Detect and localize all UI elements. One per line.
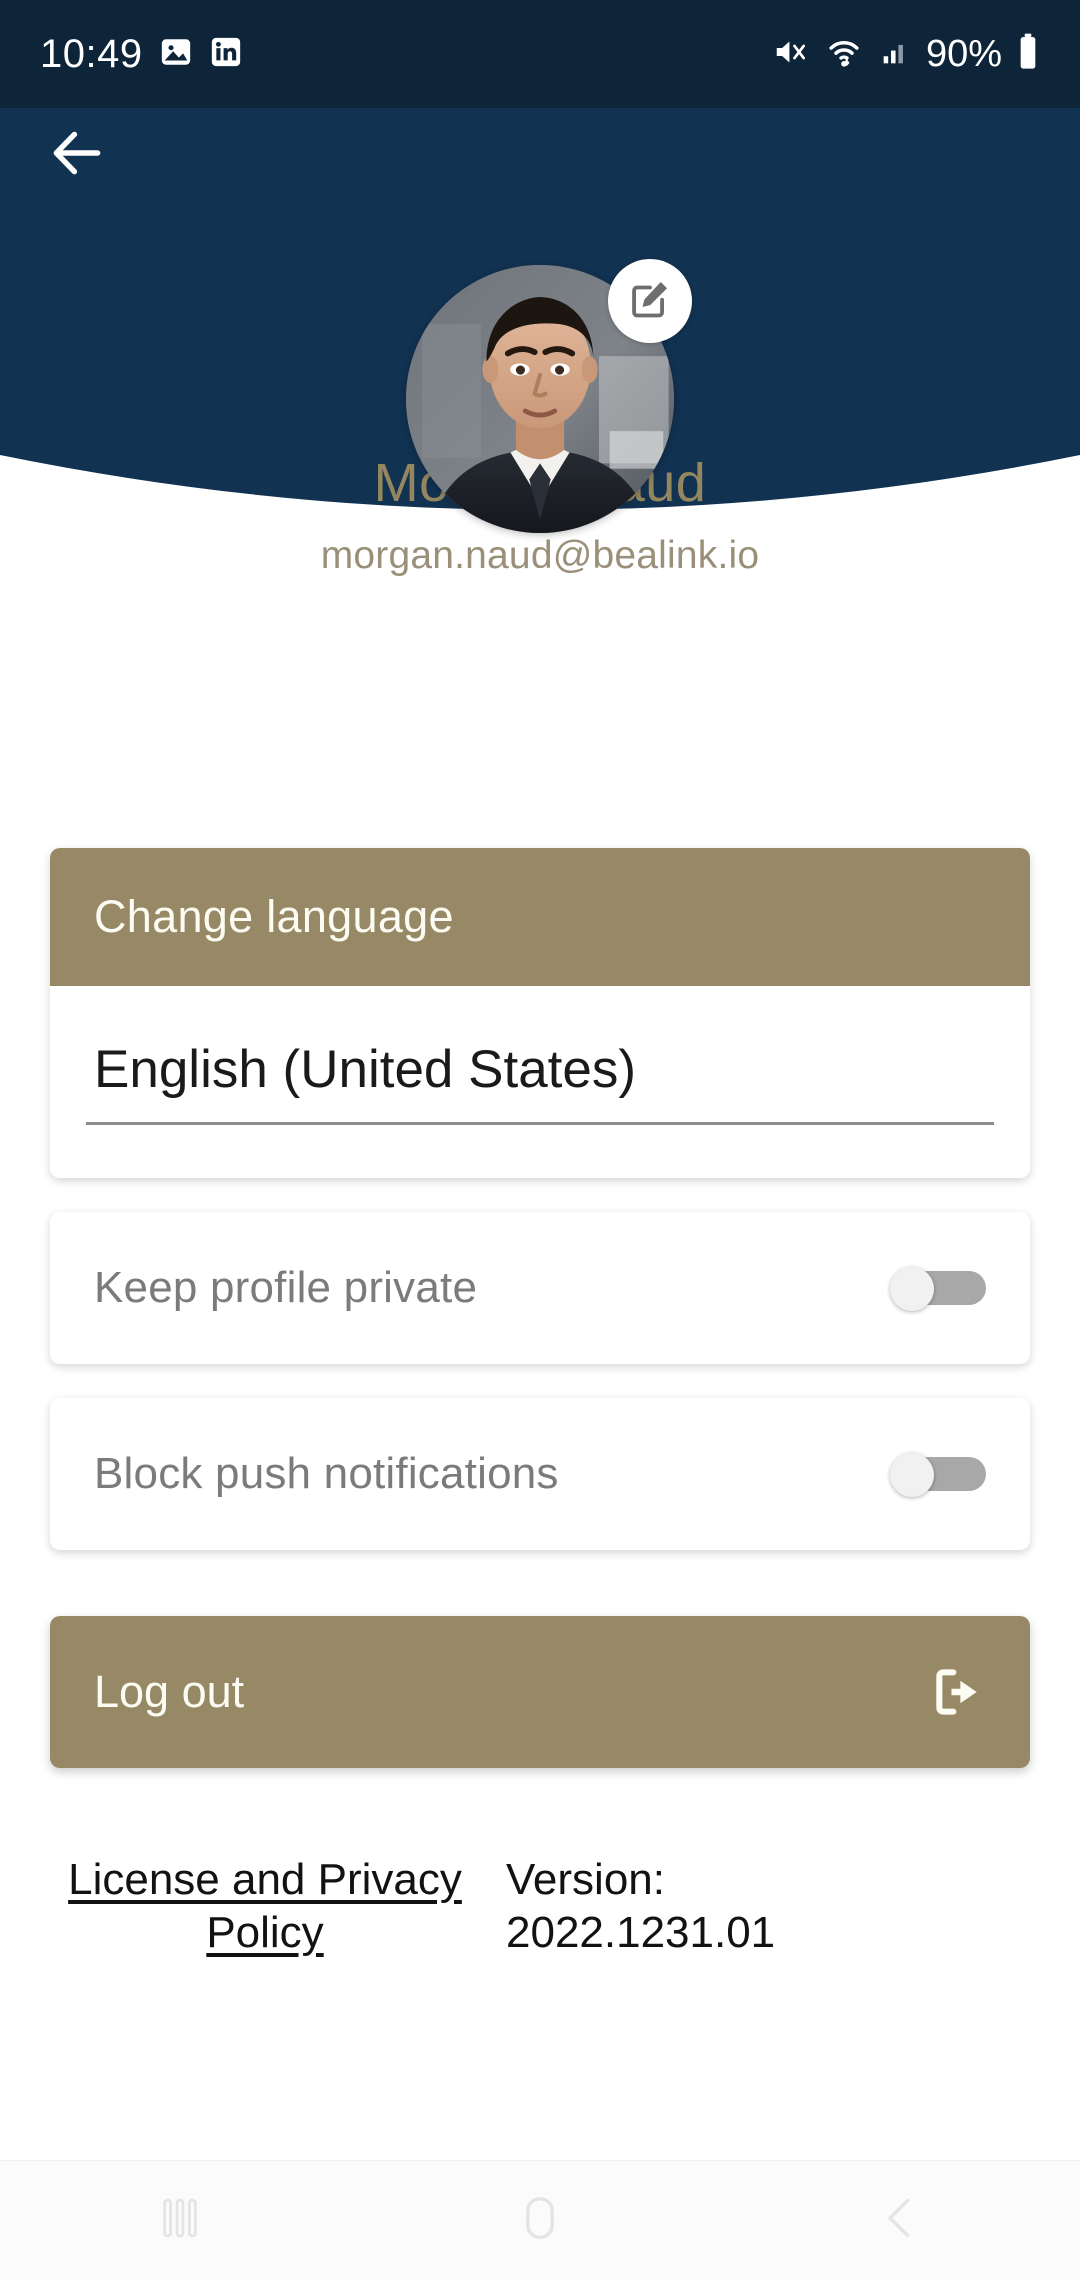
logout-button[interactable]: Log out	[50, 1616, 1030, 1768]
battery-icon	[1016, 32, 1040, 77]
status-bar-clock: 10:49	[40, 31, 143, 76]
edit-pencil-icon	[627, 276, 673, 327]
block-push-notifications-toggle[interactable]	[890, 1453, 986, 1497]
change-language-header: Change language	[50, 848, 1030, 986]
status-bar: 10:49 90%	[0, 0, 1080, 108]
settings-screen: 10:49 90% morgan.naud@bealink.io Change …	[0, 0, 1080, 2280]
change-language-label: Change language	[94, 891, 454, 942]
version-value: 2022.1231.01	[506, 1907, 776, 1957]
version-block: Version: 2022.1231.01	[506, 1854, 775, 1960]
wifi-icon	[824, 32, 864, 77]
cellular-signal-icon	[878, 35, 912, 74]
home-button[interactable]	[450, 2161, 630, 2280]
license-and-privacy-policy-link[interactable]: License and Privacy Policy	[50, 1854, 480, 1960]
settings-content: Change language English (United States) …	[0, 848, 1080, 1960]
keep-profile-private-toggle[interactable]	[890, 1267, 986, 1311]
avatar[interactable]	[406, 259, 692, 533]
logout-icon	[930, 1664, 986, 1720]
edit-avatar-button[interactable]	[608, 259, 692, 343]
change-language-body: English (United States)	[50, 986, 1030, 1178]
mute-icon	[772, 33, 810, 76]
toggle-knob	[890, 1267, 934, 1311]
block-push-notifications-label: Block push notifications	[94, 1449, 559, 1498]
recents-icon	[153, 2191, 207, 2250]
status-bar-right: 90%	[772, 32, 1040, 77]
back-button[interactable]	[22, 100, 132, 210]
android-navigation-bar	[0, 2160, 1080, 2280]
status-bar-left: 10:49	[40, 32, 243, 77]
home-icon	[513, 2191, 567, 2250]
block-push-notifications-row[interactable]: Block push notifications	[50, 1398, 1030, 1550]
battery-percent-label: 90%	[925, 32, 1002, 75]
version-label: Version:	[506, 1855, 665, 1904]
profile-email: morgan.naud@bealink.io	[320, 533, 760, 577]
change-language-card: Change language English (United States)	[50, 848, 1030, 1178]
recents-button[interactable]	[90, 2161, 270, 2280]
keep-profile-private-row[interactable]: Keep profile private	[50, 1212, 1030, 1364]
linkedin-icon	[209, 35, 243, 74]
photo-icon	[159, 35, 193, 74]
nav-back-icon	[873, 2191, 927, 2250]
back-arrow-icon	[46, 122, 108, 189]
toggle-knob	[890, 1453, 934, 1497]
keep-profile-private-label: Keep profile private	[94, 1263, 478, 1312]
logout-label: Log out	[94, 1666, 245, 1717]
language-select[interactable]: English (United States)	[86, 1039, 994, 1125]
footer: License and Privacy Policy Version: 2022…	[0, 1854, 1080, 1960]
nav-back-button[interactable]	[810, 2161, 990, 2280]
